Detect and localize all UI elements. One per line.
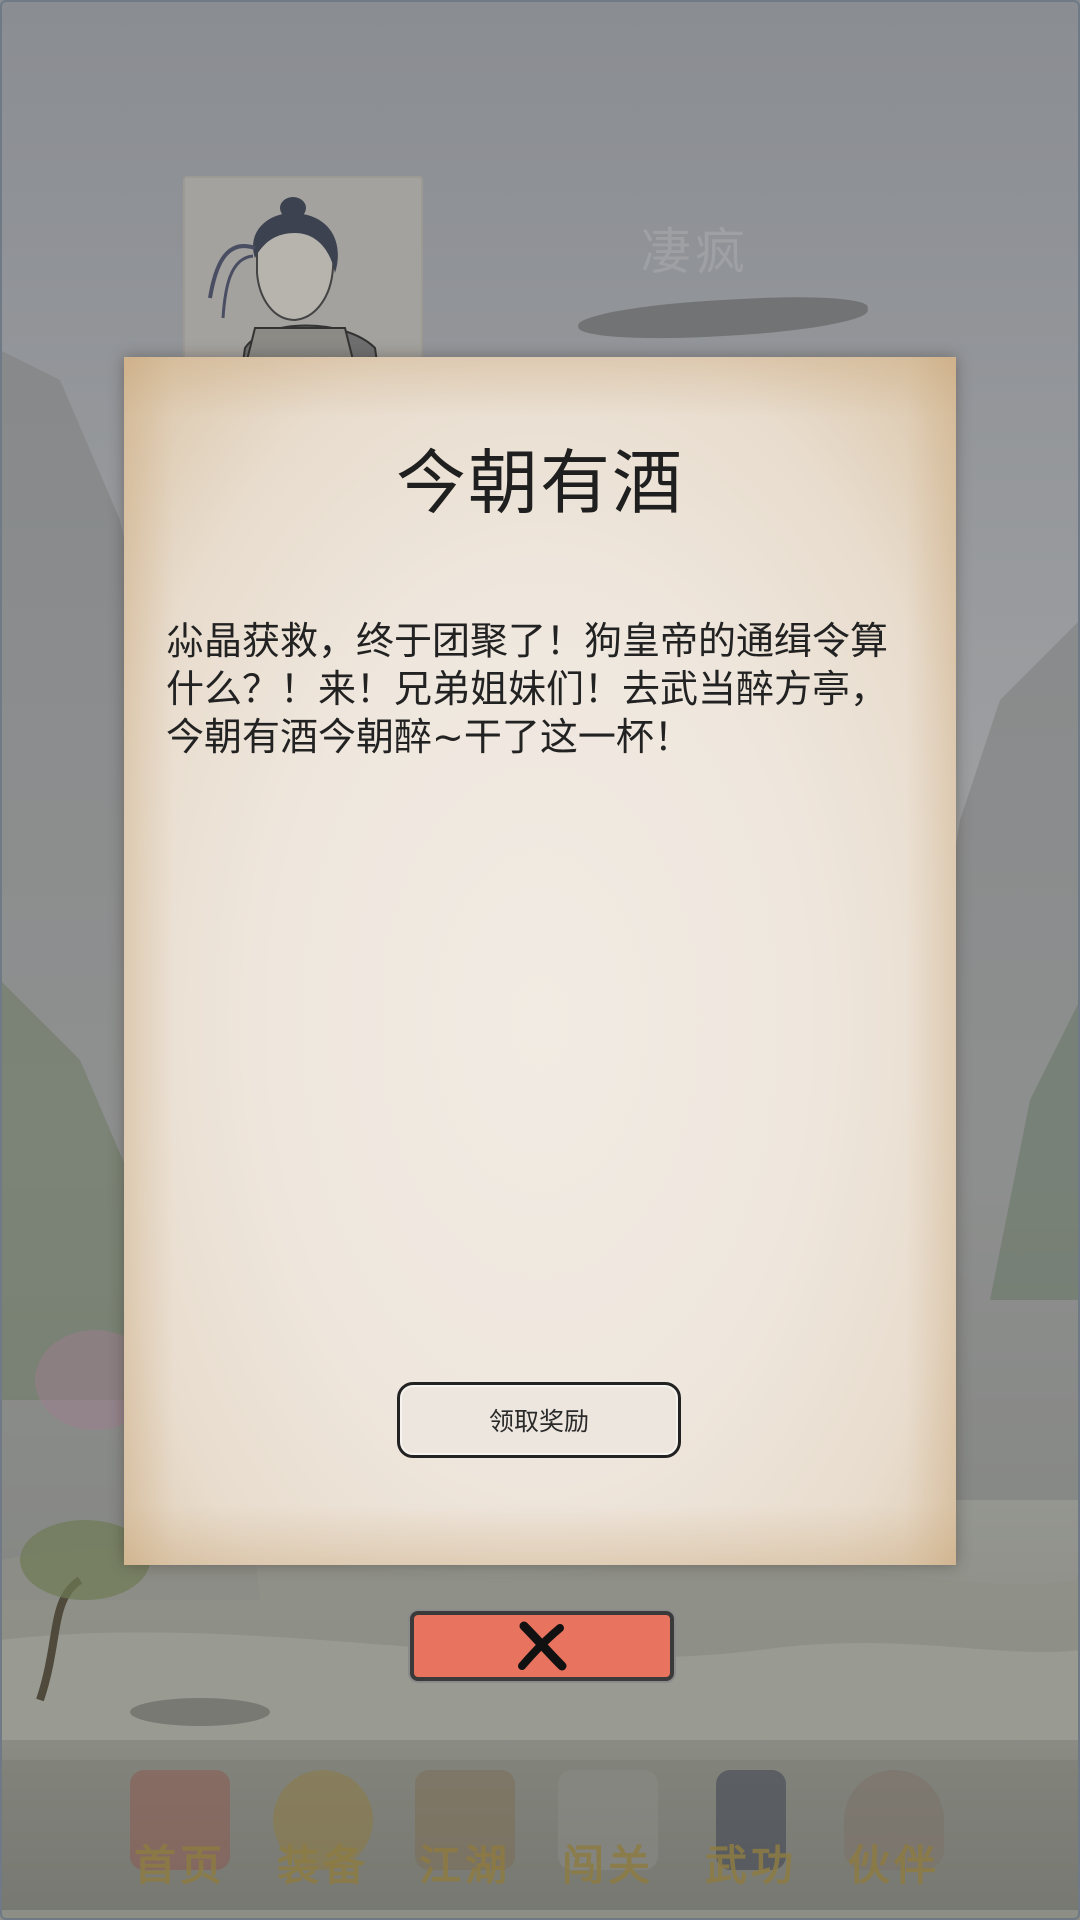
nav-item-martial-arts[interactable]: 武功 [686, 1770, 816, 1900]
nav-label: 武功 [704, 1841, 797, 1890]
nav-item-companions[interactable]: 伙伴 [829, 1770, 959, 1900]
character-name: 凄疯 [641, 223, 749, 281]
nav-label: 装备 [276, 1841, 369, 1890]
nav-item-jianghu[interactable]: 江湖 [400, 1770, 530, 1900]
close-button[interactable] [410, 1611, 674, 1681]
popup-title: 今朝有酒 [396, 442, 684, 524]
nav-label: 闯关 [561, 1841, 654, 1890]
nav-item-challenge[interactable]: 闯关 [543, 1770, 673, 1900]
nav-label: 首页 [133, 1841, 226, 1890]
nav-label: 江湖 [418, 1841, 511, 1890]
nav-label: 伙伴 [847, 1841, 940, 1890]
popup-body-text: 尛晶获救，终于团聚了！狗皇帝的通缉令算什么？！来！兄弟姐妹们！去武当醉方亭，今朝… [166, 619, 889, 759]
nav-item-equipment[interactable]: 装备 [258, 1770, 388, 1900]
claim-reward-button[interactable]: 领取奖励 [397, 1382, 681, 1458]
nav-item-home[interactable]: 首页 [115, 1770, 245, 1900]
story-popup: 今朝有酒 尛晶获救，终于团聚了！狗皇帝的通缉令算什么？！来！兄弟姐妹们！去武当醉… [124, 357, 956, 1565]
close-x-icon [518, 1621, 567, 1671]
bottom-nav: 首页 装备 江湖 闯关 武功 伙伴 [0, 1740, 1080, 1910]
